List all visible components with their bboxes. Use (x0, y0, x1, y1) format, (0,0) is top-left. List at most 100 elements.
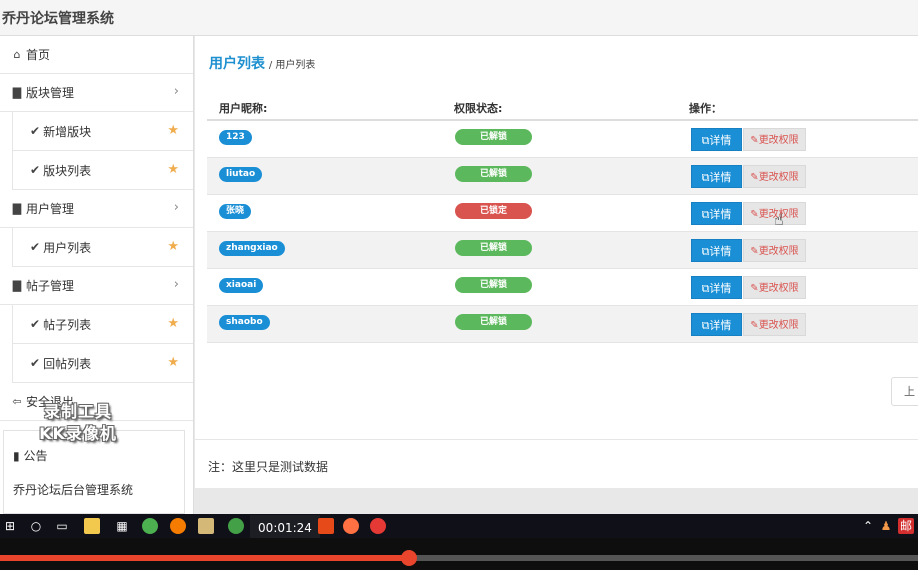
change-permission-button[interactable]: ✎更改权限 (743, 313, 806, 336)
sidebar-item-label: 回帖列表 (43, 356, 92, 371)
sidebar-item-user-list[interactable]: ✔ 用户列表 ★ (12, 228, 193, 267)
table-row: liutao 已解锁 ⧉详情 ✎更改权限 (207, 158, 918, 195)
sidebar-group-boards[interactable]: ▇ 版块管理 › (0, 74, 193, 112)
home-icon: ⌂ (13, 48, 21, 61)
detail-button[interactable]: ⧉详情 (691, 202, 742, 225)
pencil-icon: ✎ (750, 246, 759, 257)
recorder-icon[interactable] (370, 518, 386, 534)
pencil-icon: ✎ (750, 209, 759, 220)
app-icon[interactable] (142, 518, 158, 534)
sidebar-item-home[interactable]: ⌂ 首页 (0, 36, 193, 74)
sidebar-group-users[interactable]: ▇ 用户管理 › (0, 190, 193, 228)
sidebar-item-label: 帖子管理 (26, 279, 75, 293)
bookmark-icon: ▮ (13, 449, 20, 463)
nickname-badge: zhangxiao (219, 241, 285, 256)
sidebar-item-add-board[interactable]: ✔ 新增版块 ★ (12, 112, 193, 151)
sidebar-item-label: 版块列表 (43, 163, 92, 178)
detail-button-label: 详情 (709, 134, 732, 147)
divider (195, 439, 918, 440)
calculator-icon[interactable]: ▦ (114, 518, 130, 534)
detail-button[interactable]: ⧉详情 (691, 165, 742, 188)
change-permission-label: 更改权限 (758, 320, 799, 331)
table-row: shaobo 已解锁 ⧉详情 ✎更改权限 (207, 306, 918, 343)
column-header-actions: 操作： (689, 102, 722, 115)
status-badge: 已解锁 (455, 240, 532, 256)
pencil-icon: ✎ (750, 172, 759, 183)
search-circle-icon[interactable]: ○ (28, 518, 44, 534)
app-icon[interactable] (318, 518, 334, 534)
chevron-up-icon[interactable]: ⌃ (860, 518, 876, 534)
detail-button-label: 详情 (709, 282, 732, 295)
detail-button[interactable]: ⧉详情 (691, 239, 742, 262)
table-body: 123 已解锁 ⧉详情 ✎更改权限 liutao 已解锁 ⧉详情 ✎更改权限 张晓 已锁定 ⧉详情 ✎… (207, 121, 918, 343)
table-row: zhangxiao 已解锁 ⧉详情 ✎更改权限 (207, 232, 918, 269)
page-title: 用户列表 (209, 56, 265, 72)
status-badge: 已解锁 (455, 166, 532, 182)
windows-start-icon[interactable]: ⊞ (2, 518, 18, 534)
recorder-watermark: 录制工具 KK录像机 (18, 401, 138, 445)
browser-icon[interactable] (170, 518, 186, 534)
mail-tray-icon[interactable]: 邮 (898, 518, 914, 534)
file-icon: ▇ (12, 86, 22, 99)
detail-button[interactable]: ⧉详情 (691, 313, 742, 336)
user-tray-icon[interactable]: ♟ (878, 518, 894, 534)
status-badge: 已解锁 (455, 314, 532, 330)
status-badge: 已锁定 (455, 203, 532, 219)
table-row: xiaoai 已解锁 ⧉详情 ✎更改权限 (207, 269, 918, 306)
file-icon: ▇ (12, 202, 22, 215)
sidebar-item-label: 用户管理 (26, 202, 75, 216)
check-icon: ✔ (30, 240, 41, 254)
sidebar-group-posts[interactable]: ▇ 帖子管理 › (0, 267, 193, 305)
detail-button-label: 详情 (709, 208, 732, 221)
detail-button-label: 详情 (709, 245, 732, 258)
video-progress-bar[interactable] (0, 538, 918, 570)
sidebar-item-label: 首页 (26, 48, 51, 62)
sidebar-item-reply-list[interactable]: ✔ 回帖列表 ★ (12, 344, 193, 383)
change-permission-label: 更改权限 (758, 246, 799, 257)
task-view-icon[interactable]: ▭ (54, 518, 70, 534)
pencil-icon: ✎ (750, 320, 759, 331)
check-icon: ✔ (30, 356, 41, 370)
chevron-right-icon: › (173, 277, 179, 292)
sidebar-item-post-list[interactable]: ✔ 帖子列表 ★ (12, 305, 193, 344)
nickname-badge: 123 (219, 130, 252, 145)
change-permission-button[interactable]: ✎更改权限 (743, 239, 806, 262)
file-icon: ▇ (12, 279, 22, 292)
column-header-nickname: 用户昵称: (219, 102, 268, 115)
main-content: 用户列表 / 用户列表 用户昵称: 权限状态: 操作： 123 已解锁 ⧉详情 ✎更改… (195, 36, 918, 488)
hand-cursor-icon: ☝ (774, 210, 784, 229)
browser-icon[interactable] (343, 518, 359, 534)
column-header-status: 权限状态: (454, 102, 503, 115)
footnote: 注：这里只是测试数据 (208, 460, 329, 474)
sidebar-item-label: 帖子列表 (43, 317, 92, 332)
file-explorer-icon[interactable] (84, 518, 100, 534)
app-icon[interactable] (228, 518, 244, 534)
prev-page-button[interactable]: 上 (891, 377, 918, 406)
detail-button[interactable]: ⧉详情 (691, 128, 742, 151)
change-permission-button[interactable]: ✎更改权限 (743, 128, 806, 151)
change-permission-label: 更改权限 (758, 135, 799, 146)
progress-handle[interactable] (401, 550, 417, 566)
star-icon: ★ (167, 239, 179, 254)
progress-played (0, 555, 409, 561)
detail-button[interactable]: ⧉详情 (691, 276, 742, 299)
watermark-line: KK录像机 (39, 424, 117, 443)
taskbar: ⊞ ○ ▭ ▦ 00:01:24 ⌃ ♟ 邮 (0, 514, 918, 541)
change-permission-button[interactable]: ✎更改权限 (743, 165, 806, 188)
notice-title: ▮ 公告 (13, 449, 48, 463)
page-header: 用户列表 / 用户列表 (209, 53, 315, 73)
change-permission-label: 更改权限 (758, 172, 799, 183)
user-table: 用户昵称: 权限状态: 操作： 123 已解锁 ⧉详情 ✎更改权限 liutao 已解锁 ⧉… (207, 94, 918, 343)
check-icon: ✔ (30, 317, 41, 331)
nickname-badge: liutao (219, 167, 263, 182)
table-header: 用户昵称: 权限状态: 操作： (207, 94, 918, 121)
sidebar-item-label: 用户列表 (43, 240, 92, 255)
status-badge: 已解锁 (455, 277, 532, 293)
check-icon: ✔ (30, 163, 41, 177)
sidebar-item-board-list[interactable]: ✔ 版块列表 ★ (12, 151, 193, 190)
notepad-icon[interactable] (198, 518, 214, 534)
nickname-badge: 张晓 (219, 204, 252, 219)
change-permission-label: 更改权限 (758, 283, 799, 294)
table-row: 123 已解锁 ⧉详情 ✎更改权限 (207, 121, 918, 158)
change-permission-button[interactable]: ✎更改权限 (743, 276, 806, 299)
